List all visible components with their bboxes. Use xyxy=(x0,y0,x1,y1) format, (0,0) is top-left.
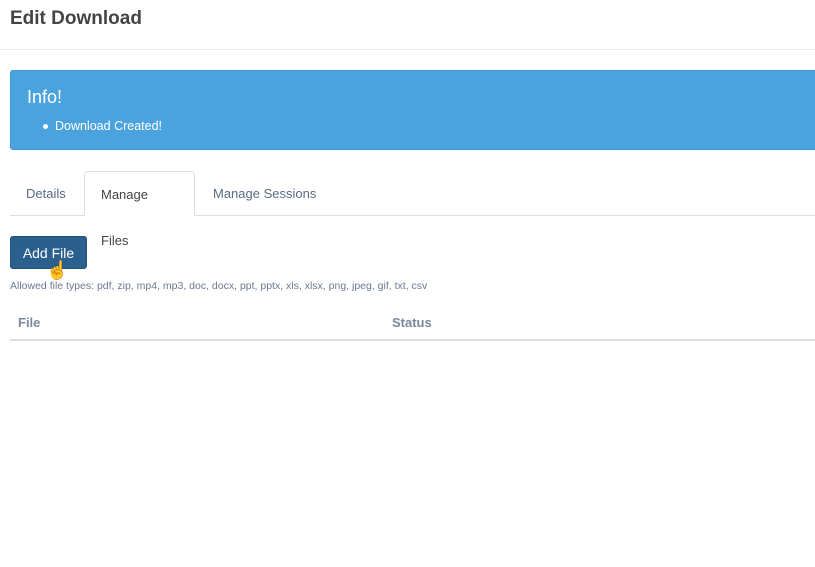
tab-manage-files[interactable]: Manage Files xyxy=(84,171,195,248)
bullet-icon xyxy=(43,124,48,129)
alert-message: Download Created! xyxy=(43,119,162,133)
tab-details[interactable]: Details xyxy=(10,171,82,215)
info-alert: Info! Download Created! xyxy=(10,70,815,150)
divider xyxy=(0,49,815,50)
tab-bar: Details Manage Files Manage Sessions xyxy=(10,171,815,248)
tab-manage-sessions[interactable]: Manage Sessions xyxy=(197,171,332,215)
hand-cursor-icon: ☝ xyxy=(46,260,69,280)
page-title: Edit Download xyxy=(10,8,142,29)
column-header-file[interactable]: File xyxy=(18,315,40,330)
allowed-types-hint: Allowed file types: pdf, zip, mp4, mp3, … xyxy=(10,280,428,292)
table-header-border xyxy=(10,339,815,341)
alert-heading: Info! xyxy=(27,87,63,107)
column-header-status[interactable]: Status xyxy=(392,315,432,330)
